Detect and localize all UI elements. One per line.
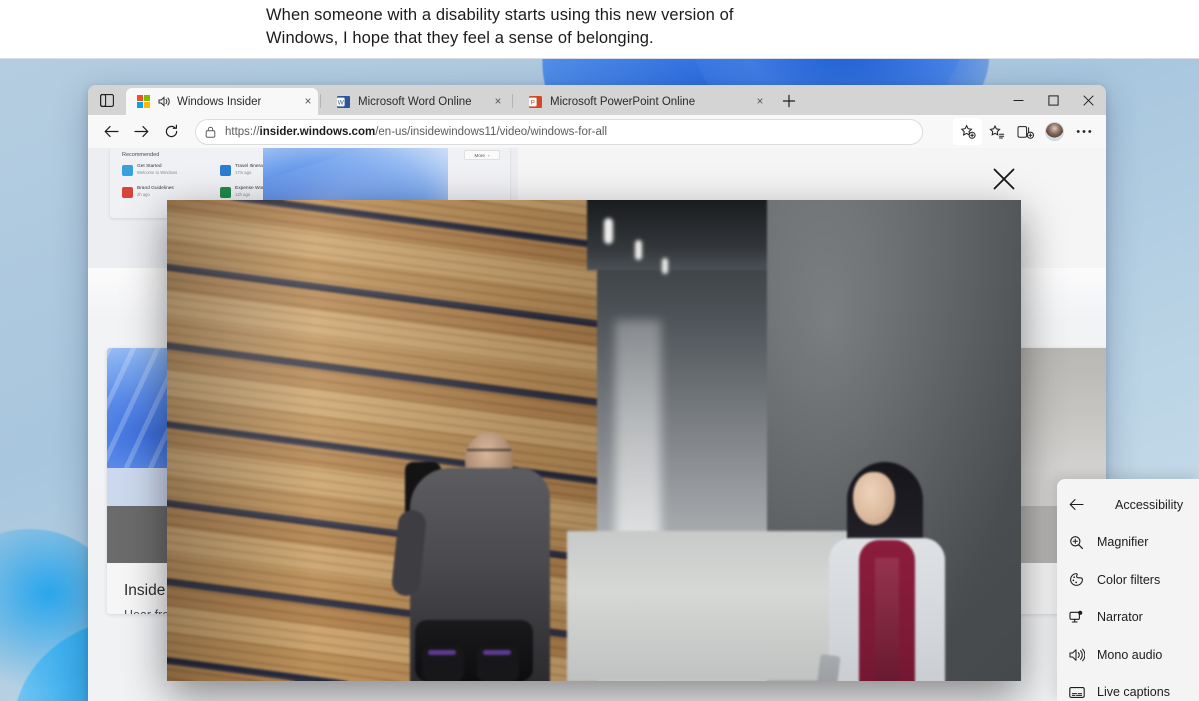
url-scheme: https:// [225, 126, 260, 138]
forward-button[interactable] [126, 118, 156, 146]
tab-close-button[interactable]: × [746, 94, 764, 110]
refresh-button[interactable] [156, 118, 186, 146]
browser-titlebar: Windows Insider × W Microsoft Word Onlin… [88, 85, 1106, 115]
tab-title: Windows Insider [177, 95, 262, 108]
app-icon [220, 186, 231, 198]
narrator-icon [1069, 610, 1093, 625]
recommended-label: Recommended [122, 152, 160, 158]
tab-microsoft-powerpoint-online[interactable]: P Microsoft PowerPoint Online × [518, 88, 770, 115]
video-soft-focus [167, 200, 1021, 681]
tab-title: Microsoft Word Online [358, 95, 472, 108]
video-player[interactable] [167, 200, 1021, 681]
flyout-item-label: Magnifier [1097, 535, 1149, 550]
flyout-item-color-filters[interactable]: Color filters [1057, 561, 1199, 599]
caption-text: When someone with a disability starts us… [266, 4, 946, 49]
back-button[interactable] [96, 118, 126, 146]
flyout-item-narrator[interactable]: Narrator [1057, 599, 1199, 637]
video-close-button[interactable] [990, 165, 1018, 193]
add-favorite-icon[interactable] [953, 118, 982, 145]
tab-close-button[interactable]: × [294, 94, 312, 110]
tab-microsoft-word-online[interactable]: W Microsoft Word Online × [326, 88, 508, 115]
close-window-button[interactable] [1071, 85, 1106, 115]
flyout-item-label: Live captions [1097, 685, 1170, 700]
flyout-item-label: Mono audio [1097, 647, 1163, 662]
flyout-item-label: Narrator [1097, 610, 1143, 625]
toolbar-actions [953, 118, 1098, 145]
tab-title: Microsoft PowerPoint Online [550, 95, 696, 108]
start-item: Travel Itinerary 17m ago [220, 164, 267, 176]
caption-line-2: Windows, I hope that they feel a sense o… [266, 28, 654, 47]
url-path: /en-us/insidewindows11/video/windows-for… [375, 126, 608, 138]
flyout-item-label: Color filters [1097, 572, 1161, 587]
tab-windows-insider[interactable]: Windows Insider × [126, 88, 318, 115]
live-captions-icon [1069, 686, 1093, 699]
word-icon: W [336, 94, 351, 109]
start-item: Brand Guidelines 2h ago [122, 186, 174, 198]
app-icon [122, 186, 133, 198]
minimize-button[interactable] [1001, 85, 1036, 115]
collections-icon[interactable] [1011, 118, 1040, 145]
more-settings-icon[interactable] [1069, 118, 1098, 145]
maximize-button[interactable] [1036, 85, 1071, 115]
profile-avatar[interactable] [1040, 118, 1069, 145]
svg-text:P: P [530, 99, 534, 106]
flyout-item-mono-audio[interactable]: Mono audio [1057, 636, 1199, 674]
windows-logo-icon [136, 94, 151, 109]
new-tab-button[interactable] [778, 91, 800, 111]
start-item-subtitle: 2h ago [137, 192, 150, 197]
mono-audio-icon [1069, 648, 1093, 662]
color-filters-icon [1069, 572, 1093, 587]
chevron-right-icon: › [487, 152, 490, 158]
screen: When someone with a disability starts us… [0, 0, 1199, 701]
app-icon [122, 164, 133, 176]
address-bar[interactable]: https://insider.windows.com/en-us/inside… [195, 119, 923, 145]
tab-separator [512, 94, 513, 108]
more-button: More › [464, 150, 500, 160]
magnifier-icon [1069, 535, 1093, 550]
tab-list-icon[interactable] [96, 90, 118, 110]
url-domain: insider.windows.com [259, 126, 376, 138]
start-item: Get Started Welcome to Windows [122, 164, 177, 176]
video-frame-content [167, 200, 1021, 681]
caption-line-1: When someone with a disability starts us… [266, 6, 734, 24]
lock-icon [205, 126, 216, 138]
caption-band: When someone with a disability starts us… [0, 0, 1199, 59]
flyout-header-accessibility[interactable]: Accessibility [1057, 486, 1199, 524]
app-icon [220, 164, 231, 176]
powerpoint-icon: P [528, 94, 543, 109]
flyout-item-magnifier[interactable]: Magnifier [1057, 524, 1199, 562]
flyout-item-live-captions[interactable]: Live captions [1057, 674, 1199, 701]
tab-close-button[interactable]: × [484, 94, 502, 110]
favorites-list-icon[interactable] [982, 118, 1011, 145]
svg-text:W: W [337, 99, 344, 106]
more-label: More [474, 152, 485, 158]
tab-separator [320, 94, 321, 108]
browser-toolbar: https://insider.windows.com/en-us/inside… [88, 115, 1106, 148]
speaker-icon[interactable] [158, 96, 171, 107]
accessibility-flyout: Accessibility Magnifier Color filters Na… [1057, 479, 1199, 701]
window-controls [1001, 85, 1106, 115]
back-arrow-icon[interactable] [1069, 498, 1093, 511]
flyout-title: Accessibility [1115, 497, 1184, 512]
start-item-subtitle: Welcome to Windows [137, 170, 178, 175]
